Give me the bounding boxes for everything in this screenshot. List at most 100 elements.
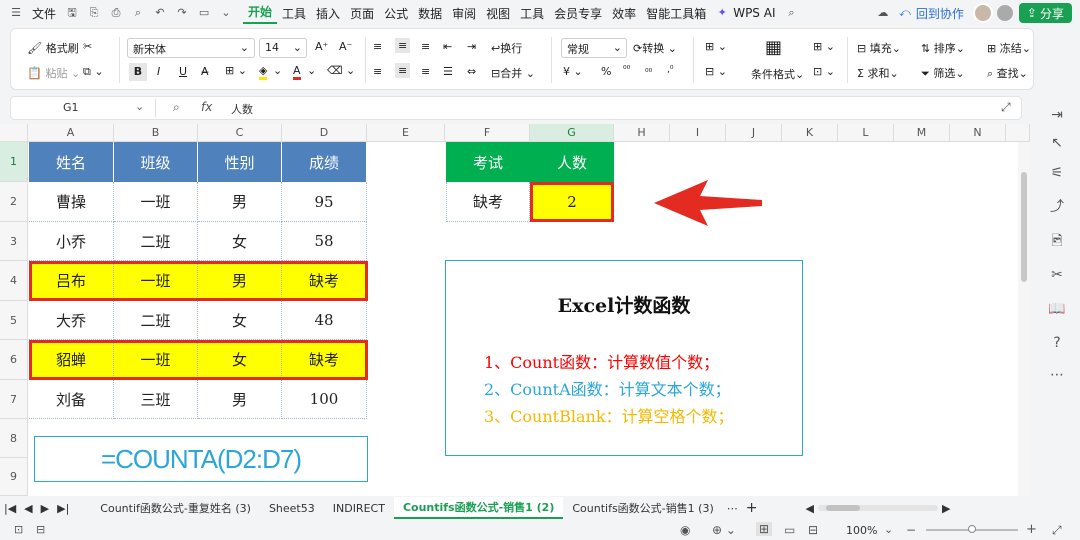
percent-button[interactable]: %: [601, 65, 611, 78]
wrap-button[interactable]: ↩换行: [491, 40, 522, 56]
distribute-icon[interactable]: ⇔: [467, 65, 476, 78]
indent-increase-icon[interactable]: ⇥: [467, 40, 476, 53]
print-icon[interactable]: ⎙: [108, 6, 124, 20]
col-header-d[interactable]: D: [282, 124, 367, 142]
macro-icon[interactable]: ⊡: [14, 523, 23, 536]
table-cell[interactable]: 男: [198, 182, 282, 222]
scroll-right-icon[interactable]: ▶: [938, 502, 954, 515]
share-button[interactable]: ⇪ 分享: [1018, 3, 1072, 23]
tab-efficiency[interactable]: 效率: [607, 5, 641, 22]
expand-icon[interactable]: ⤢: [1001, 100, 1011, 115]
select-all-corner[interactable]: [0, 124, 28, 142]
font-name-select[interactable]: 新宋体 ⌄: [127, 38, 255, 58]
table-cell[interactable]: 男: [198, 380, 282, 419]
table-cell[interactable]: 58: [282, 222, 367, 261]
adjust-icon[interactable]: ⚟: [1048, 164, 1066, 182]
align-center-icon[interactable]: ≡: [395, 63, 411, 78]
paste-button[interactable]: 📋 粘贴 ⌄: [27, 65, 80, 81]
header-gender[interactable]: 性别: [198, 142, 282, 182]
row-header-4[interactable]: 4: [0, 261, 28, 301]
cut-icon[interactable]: ✂: [83, 40, 92, 53]
row-header-8[interactable]: 8: [0, 419, 28, 458]
fill-color-icon[interactable]: ◈: [259, 64, 268, 80]
zoom-level[interactable]: 100%: [846, 524, 877, 537]
tab-member[interactable]: 会员专享: [549, 5, 607, 22]
table-cell[interactable]: 大乔: [29, 301, 114, 340]
border-icon[interactable]: ⊞ ⌄: [225, 64, 247, 77]
col-header-more[interactable]: [1006, 124, 1030, 142]
indent-decrease-icon[interactable]: ⇤: [443, 40, 452, 53]
table-cell[interactable]: 女: [198, 301, 282, 340]
tab-formula[interactable]: 公式: [379, 5, 413, 22]
menu-icon[interactable]: ☰: [8, 6, 24, 20]
currency-button[interactable]: ¥ ⌄: [563, 65, 583, 78]
result-value-cell[interactable]: 2: [530, 182, 614, 222]
last-sheet-icon[interactable]: ▶|: [53, 502, 73, 515]
table-cell[interactable]: 曹操: [29, 182, 114, 222]
table-cell[interactable]: 二班: [114, 301, 198, 340]
spreadsheet-grid[interactable]: A B C D E F G H I J K L M N 1 2 3 4 5 6 …: [0, 124, 1030, 496]
chevron-down-icon[interactable]: ⌄: [273, 64, 282, 77]
eye-protect-icon[interactable]: ◉: [680, 523, 690, 537]
row-header-9[interactable]: 9: [0, 458, 28, 496]
avatar[interactable]: [972, 3, 993, 23]
chevron-down-icon[interactable]: ⌄: [307, 64, 316, 77]
col-header-i[interactable]: I: [670, 124, 726, 142]
wps-ai-button[interactable]: WPS AI: [733, 6, 780, 20]
justify-icon[interactable]: ☰: [443, 65, 453, 78]
formula-input[interactable]: 人数: [231, 101, 253, 117]
increase-font-icon[interactable]: A⁺: [315, 40, 328, 53]
page-view-icon[interactable]: ▭: [784, 523, 795, 537]
row-header-3[interactable]: 3: [0, 222, 28, 261]
align-middle-icon[interactable]: ≡: [395, 38, 411, 53]
cond-format-icon[interactable]: ▦: [765, 37, 782, 58]
table-cell[interactable]: 小乔: [29, 222, 114, 261]
table-cell[interactable]: 48: [282, 301, 367, 340]
col-header-f[interactable]: F: [445, 124, 530, 142]
tab-view[interactable]: 视图: [481, 5, 515, 22]
header-name[interactable]: 姓名: [29, 142, 114, 182]
col-header-b[interactable]: B: [114, 124, 198, 142]
cond-format-button[interactable]: 条件格式⌄: [751, 66, 804, 82]
first-sheet-icon[interactable]: |◀: [0, 502, 20, 515]
table-cell[interactable]: 二班: [114, 222, 198, 261]
collab-button[interactable]: 回到协作: [916, 5, 969, 22]
font-color-icon[interactable]: A: [293, 64, 301, 80]
zoom-in-icon[interactable]: +: [1026, 522, 1037, 537]
redo-icon[interactable]: ↷: [174, 6, 190, 20]
col-header-j[interactable]: J: [726, 124, 782, 142]
horizontal-scroll-thumb[interactable]: [825, 505, 860, 511]
col-header-l[interactable]: L: [838, 124, 894, 142]
header-score[interactable]: 成绩: [282, 142, 367, 182]
undo-icon[interactable]: ↶: [152, 6, 168, 20]
row-header-1[interactable]: 1: [0, 142, 28, 182]
add-sheet-icon[interactable]: +: [742, 500, 762, 516]
chevron-down-icon[interactable]: ⌄: [135, 100, 144, 113]
copy-icon[interactable]: ⧉ ⌄: [83, 65, 104, 79]
tab-home[interactable]: 开始: [243, 3, 278, 24]
font-size-select[interactable]: 14 ⌄: [259, 38, 307, 58]
zoom-icon[interactable]: ⌕: [173, 100, 180, 115]
focus-icon[interactable]: ⊕ ⌄: [712, 523, 736, 537]
chevron-down-icon[interactable]: ⌄: [218, 6, 234, 20]
more-icon[interactable]: ⋯: [1048, 366, 1066, 384]
col-header-k[interactable]: K: [782, 124, 838, 142]
table-cell[interactable]: 刘备: [29, 380, 114, 419]
export-panel-icon[interactable]: ⤴: [1048, 198, 1066, 216]
tab-data[interactable]: 数据: [413, 5, 447, 22]
help-icon[interactable]: ?: [1048, 334, 1066, 352]
file-menu[interactable]: 文件: [27, 5, 61, 22]
filter-button[interactable]: ⏷ 筛选⌄: [921, 65, 965, 81]
image-icon[interactable]: 🖻: [1048, 232, 1066, 250]
search-icon[interactable]: ⌕: [783, 6, 799, 20]
status-icon[interactable]: ⊟: [36, 523, 45, 536]
tab-insert[interactable]: 插入: [311, 5, 345, 22]
save-icon[interactable]: 🖫: [64, 6, 80, 20]
col-header-a[interactable]: A: [28, 124, 114, 142]
row-header-2[interactable]: 2: [0, 182, 28, 222]
fill-button[interactable]: ⊟ 填充⌄: [857, 40, 901, 56]
book-icon[interactable]: 📖: [1048, 300, 1066, 318]
next-sheet-icon[interactable]: ▶: [37, 502, 53, 515]
sheet-tab[interactable]: Sheet53: [260, 502, 324, 515]
thousands-icon[interactable]: ,⁰: [667, 65, 673, 75]
